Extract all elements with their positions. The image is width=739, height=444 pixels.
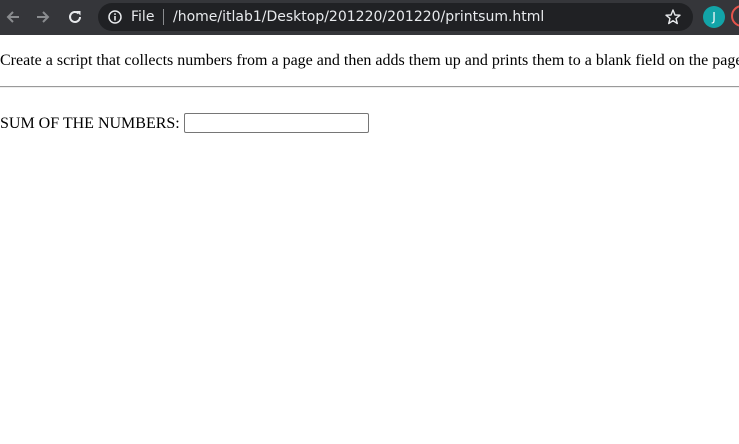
instruction-text: Create a script that collects numbers fr… xyxy=(0,52,739,69)
page-content: Create a script that collects numbers fr… xyxy=(0,35,739,444)
horizontal-rule xyxy=(0,86,739,88)
scheme-label: File xyxy=(131,9,155,25)
reload-button[interactable] xyxy=(63,6,87,28)
sum-row: SUM OF THE NUMBERS: xyxy=(0,113,369,133)
reload-icon xyxy=(69,10,81,23)
info-icon[interactable] xyxy=(108,10,122,24)
browser-toolbar: File /home/itlab1/Desktop/201220/201220/… xyxy=(0,0,739,35)
extension-icon[interactable] xyxy=(731,5,739,27)
address-bar[interactable]: File /home/itlab1/Desktop/201220/201220/… xyxy=(98,3,693,31)
address-separator xyxy=(163,9,164,25)
profile-avatar[interactable]: J xyxy=(703,6,725,28)
sum-label: SUM OF THE NUMBERS: xyxy=(0,114,180,132)
back-arrow-icon xyxy=(6,11,19,23)
forward-button[interactable] xyxy=(31,6,55,28)
back-button[interactable] xyxy=(1,6,25,28)
url-text[interactable]: /home/itlab1/Desktop/201220/201220/print… xyxy=(173,8,544,26)
sum-input[interactable] xyxy=(183,113,369,133)
star-icon[interactable] xyxy=(664,8,682,26)
forward-arrow-icon xyxy=(37,11,50,23)
